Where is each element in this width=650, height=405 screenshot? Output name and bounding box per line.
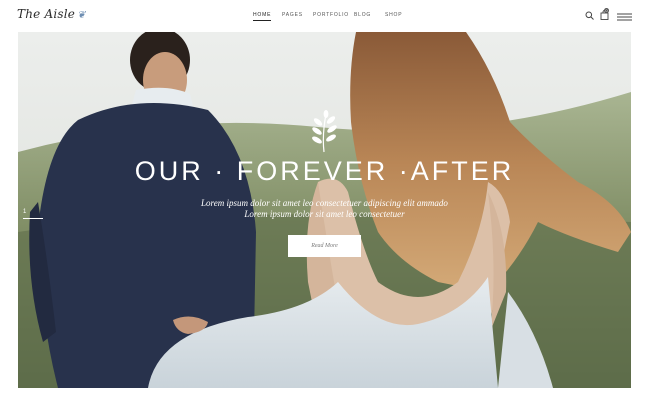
hero-title: OUR · FOREVER ·AFTER — [134, 156, 515, 186]
nav-item-home[interactable]: HOME — [253, 12, 272, 21]
cart-count-badge: 0 — [604, 8, 609, 13]
slide-indicator-line — [23, 218, 43, 219]
hero-subtitle-line-1: Lorem ipsum dolor sit amet leo consectet… — [201, 198, 448, 208]
hero-slider: OUR · FOREVER ·AFTER Lorem ipsum dolor s… — [18, 32, 631, 388]
search-icon[interactable] — [585, 11, 594, 20]
hero-subtitle-line-2: Lorem ipsum dolor sit amet leo consectet… — [244, 209, 405, 219]
slide-indicator[interactable]: 1 — [23, 209, 45, 219]
nav-item-portfolio[interactable]: PORTFOLIO — [313, 12, 349, 18]
site-header: The Aisle ❦ HOME PAGES PORTFOLIO BLOG SHO… — [0, 0, 650, 30]
nav-item-shop[interactable]: SHOP — [385, 12, 402, 18]
slide-number: 1 — [23, 209, 27, 215]
laurel-branch-icon — [312, 110, 337, 153]
hamburger-menu-icon[interactable] — [617, 13, 632, 21]
nav-item-blog[interactable]: BLOG — [354, 12, 371, 18]
nav-item-pages[interactable]: PAGES — [282, 12, 303, 18]
main-nav: HOME PAGES PORTFOLIO BLOG SHOP — [0, 12, 650, 22]
read-more-button[interactable]: Read More — [288, 235, 361, 257]
